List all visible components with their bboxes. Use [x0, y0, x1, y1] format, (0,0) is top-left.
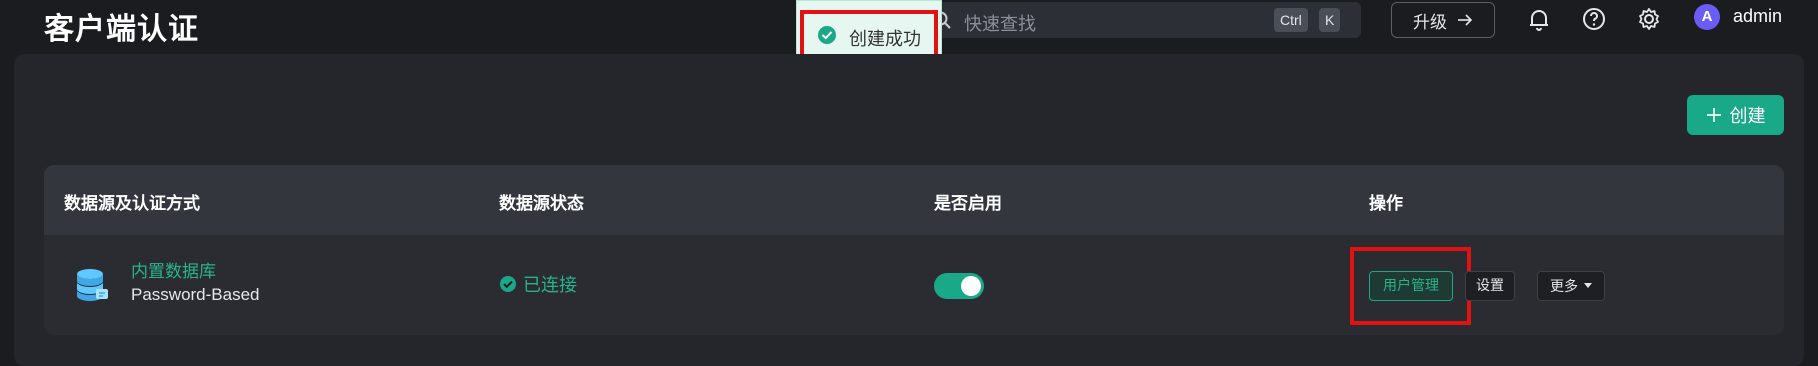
database-icon — [77, 269, 108, 301]
table-row: 内置数据库 Password-Based 已连接 用户管理 设置 更多 — [44, 235, 1784, 335]
table-header: 数据源及认证方式 数据源状态 是否启用 操作 — [44, 165, 1784, 235]
scrollbar[interactable] — [1804, 54, 1814, 366]
column-header-enabled: 是否启用 — [934, 194, 1002, 214]
arrow-right-icon — [1458, 14, 1473, 26]
status-badge: 已连接 — [499, 271, 577, 297]
column-header-actions: 操作 — [1369, 194, 1403, 214]
upgrade-button[interactable]: 升级 — [1391, 2, 1495, 38]
help-icon[interactable] — [1581, 6, 1607, 32]
column-header-datasource: 数据源及认证方式 — [64, 194, 200, 214]
caret-down-icon — [1584, 283, 1592, 288]
upgrade-label: 升级 — [1413, 12, 1447, 33]
create-button[interactable]: 创建 — [1687, 95, 1784, 135]
auth-method: Password-Based — [131, 285, 260, 304]
search-placeholder: 快速查找 — [964, 14, 1036, 35]
search-box[interactable]: 快速查找 Ctrl K — [914, 2, 1361, 38]
datasource-name-link[interactable]: 内置数据库 — [131, 257, 216, 282]
toggle-knob — [961, 276, 981, 296]
check-circle-icon — [500, 276, 516, 292]
create-label: 创建 — [1729, 106, 1766, 127]
gear-icon[interactable] — [1636, 6, 1662, 32]
shortcut-k-key: K — [1319, 8, 1341, 32]
more-label: 更多 — [1550, 279, 1578, 295]
username[interactable]: admin — [1733, 6, 1782, 27]
auth-table: 数据源及认证方式 数据源状态 是否启用 操作 内置数据库 Password-Ba… — [44, 165, 1784, 335]
enabled-toggle[interactable] — [934, 273, 984, 299]
status-text: 已连接 — [523, 275, 577, 296]
settings-button[interactable]: 设置 — [1465, 271, 1515, 301]
plus-icon — [1706, 108, 1721, 122]
more-dropdown-button[interactable]: 更多 — [1537, 271, 1605, 301]
avatar[interactable]: A — [1694, 4, 1720, 30]
shortcut-ctrl-key: Ctrl — [1274, 8, 1308, 32]
user-management-button[interactable]: 用户管理 — [1369, 271, 1453, 301]
page-title: 客户端认证 — [44, 12, 199, 47]
bell-icon[interactable] — [1526, 6, 1552, 32]
column-header-status: 数据源状态 — [499, 194, 584, 214]
